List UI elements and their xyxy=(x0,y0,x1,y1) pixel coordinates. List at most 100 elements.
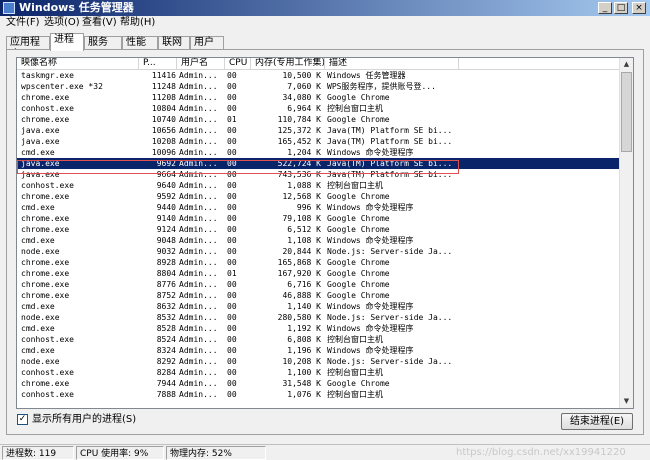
table-row[interactable]: chrome.exe 11208 Admin... 00 34,080 K Google … xyxy=(17,92,621,103)
cell-memory: 1,140 K xyxy=(287,302,321,311)
cell-cpu: 00 xyxy=(227,258,237,267)
cell-cpu: 00 xyxy=(227,148,237,157)
table-row[interactable]: taskmgr.exe 11416 Admin... 00 10,500 K Window… xyxy=(17,70,621,81)
cell-pid: 8928 xyxy=(156,258,176,267)
cell-memory: 7,060 K xyxy=(287,82,321,91)
menu-file[interactable]: 文件(F) xyxy=(6,16,40,30)
table-row[interactable]: java.exe 10208 Admin... 00 165,452 K Java(TM)… xyxy=(17,136,621,147)
cell-user-name: Admin... xyxy=(179,93,218,102)
table-row[interactable]: chrome.exe 7944 Admin... 00 31,548 K Google C… xyxy=(17,378,621,389)
cell-user-name: Admin... xyxy=(179,126,218,135)
column-memory[interactable]: 内存(专用工作集) xyxy=(251,58,325,70)
menu-view[interactable]: 查看(V) xyxy=(82,16,117,30)
tab-processes[interactable]: 进程 xyxy=(50,33,84,51)
cell-image-name: conhost.exe xyxy=(21,181,74,190)
cell-user-name: Admin... xyxy=(179,379,218,388)
cell-user-name: Admin... xyxy=(179,324,218,333)
cell-description: Google Chrome xyxy=(327,258,390,267)
table-row[interactable]: wpscenter.exe *32 11248 Admin... 00 7,060 K W… xyxy=(17,81,621,92)
tab-services[interactable]: 服务 xyxy=(84,36,122,50)
table-row[interactable]: node.exe 8292 Admin... 00 10,208 K Node.js: S… xyxy=(17,356,621,367)
column-user-name[interactable]: 用户名 xyxy=(177,58,225,70)
tab-networking[interactable]: 联网 xyxy=(158,36,190,50)
cell-memory: 743,536 K xyxy=(277,170,321,179)
column-description[interactable]: 描述 xyxy=(325,58,459,70)
cell-memory: 996 K xyxy=(296,203,321,212)
cell-cpu: 00 xyxy=(227,357,237,366)
cell-image-name: conhost.exe xyxy=(21,368,74,377)
cell-memory: 1,088 K xyxy=(287,181,321,190)
tab-applications[interactable]: 应用程序 xyxy=(6,36,50,60)
cell-description: Google Chrome xyxy=(327,291,390,300)
table-row[interactable]: java.exe 10656 Admin... 00 125,372 K Java(TM)… xyxy=(17,125,621,136)
column-cpu[interactable]: CPU xyxy=(225,58,251,70)
show-all-users-checkbox[interactable]: ✓ xyxy=(17,414,28,425)
cell-cpu: 00 xyxy=(227,313,237,322)
cell-image-name: conhost.exe xyxy=(21,335,74,344)
table-row[interactable]: cmd.exe 9440 Admin... 00 996 K Windows 命令处理程序 xyxy=(17,202,621,213)
cell-description: Java(TM) Platform SE bi... xyxy=(327,126,453,135)
cell-memory: 167,920 K xyxy=(277,269,321,278)
cell-description: Windows 命令处理程序 xyxy=(327,346,414,355)
table-row[interactable]: chrome.exe 10740 Admin... 01 110,784 K Google… xyxy=(17,114,621,125)
table-row[interactable]: chrome.exe 9592 Admin... 00 12,568 K Google C… xyxy=(17,191,621,202)
scroll-thumb[interactable] xyxy=(621,72,632,152)
cell-pid: 9032 xyxy=(156,247,176,256)
table-row[interactable]: chrome.exe 8776 Admin... 00 6,716 K Google Ch… xyxy=(17,279,621,290)
table-row[interactable]: conhost.exe 8284 Admin... 00 1,100 K 控制台窗口主机 xyxy=(17,367,621,378)
cell-user-name: Admin... xyxy=(179,104,218,113)
status-physical-memory: 物理内存: 52% xyxy=(166,446,266,460)
cell-pid: 8528 xyxy=(156,324,176,333)
cell-pid: 9592 xyxy=(156,192,176,201)
table-row[interactable]: conhost.exe 9640 Admin... 00 1,088 K 控制台窗口主机 xyxy=(17,180,621,191)
tab-users[interactable]: 用户 xyxy=(190,36,224,50)
scroll-down-button[interactable]: ▼ xyxy=(620,395,633,408)
process-list[interactable]: 映像名称 P... 用户名 CPU 内存(专用工作集) 描述 taskmgr.e… xyxy=(16,57,634,409)
table-row[interactable]: conhost.exe 7888 Admin... 00 1,076 K 控制台窗口主机 xyxy=(17,389,621,400)
minimize-button[interactable]: _ xyxy=(598,2,612,14)
menu-options[interactable]: 选项(O) xyxy=(44,16,80,30)
vertical-scrollbar[interactable]: ▲ ▼ xyxy=(619,58,633,408)
close-button[interactable]: × xyxy=(632,2,646,14)
title-bar: Windows 任务管理器 _ □ × xyxy=(0,0,650,16)
cell-pid: 9692 xyxy=(156,159,176,168)
cell-image-name: node.exe xyxy=(21,247,60,256)
cell-user-name: Admin... xyxy=(179,280,218,289)
cell-description: 控制台窗口主机 xyxy=(327,390,383,399)
table-row[interactable]: conhost.exe 8524 Admin... 00 6,808 K 控制台窗口主机 xyxy=(17,334,621,345)
cell-image-name: chrome.exe xyxy=(21,115,70,124)
table-row[interactable]: cmd.exe 9048 Admin... 00 1,108 K Windows 命令处理… xyxy=(17,235,621,246)
tab-performance[interactable]: 性能 xyxy=(122,36,158,50)
table-row[interactable]: cmd.exe 8528 Admin... 00 1,192 K Windows 命令处理… xyxy=(17,323,621,334)
table-row[interactable]: cmd.exe 8324 Admin... 00 1,196 K Windows 命令处理… xyxy=(17,345,621,356)
cell-image-name: java.exe xyxy=(21,126,60,135)
column-pid[interactable]: P... xyxy=(139,58,177,70)
maximize-button[interactable]: □ xyxy=(614,2,628,14)
table-row[interactable]: java.exe 9692 Admin... 00 522,724 K Java(TM) … xyxy=(17,158,621,169)
table-row[interactable]: chrome.exe 8752 Admin... 00 46,888 K Google C… xyxy=(17,290,621,301)
cell-image-name: chrome.exe xyxy=(21,379,70,388)
cell-description: Windows 命令处理程序 xyxy=(327,302,414,311)
cell-description: Node.js: Server-side Ja... xyxy=(327,247,453,256)
table-row[interactable]: node.exe 9032 Admin... 00 20,844 K Node.js: S… xyxy=(17,246,621,257)
cell-memory: 10,500 K xyxy=(282,71,321,80)
table-row[interactable]: chrome.exe 8928 Admin... 00 165,868 K Google … xyxy=(17,257,621,268)
cell-user-name: Admin... xyxy=(179,390,218,399)
table-row[interactable]: cmd.exe 10096 Admin... 00 1,204 K Windows 命令处… xyxy=(17,147,621,158)
cell-memory: 125,372 K xyxy=(277,126,321,135)
table-row[interactable]: cmd.exe 8632 Admin... 00 1,140 K Windows 命令处理… xyxy=(17,301,621,312)
table-row[interactable]: chrome.exe 8804 Admin... 01 167,920 K Google … xyxy=(17,268,621,279)
cell-pid: 8324 xyxy=(156,346,176,355)
end-process-button[interactable]: 结束进程(E) xyxy=(561,413,633,430)
cell-cpu: 00 xyxy=(227,126,237,135)
column-image-name[interactable]: 映像名称 xyxy=(17,58,139,70)
table-row[interactable]: chrome.exe 9140 Admin... 00 79,108 K Google C… xyxy=(17,213,621,224)
menu-help[interactable]: 帮助(H) xyxy=(120,16,155,30)
table-row[interactable]: java.exe 9664 Admin... 00 743,536 K Java(TM) … xyxy=(17,169,621,180)
table-row[interactable]: node.exe 8532 Admin... 00 280,580 K Node.js: … xyxy=(17,312,621,323)
cell-cpu: 00 xyxy=(227,93,237,102)
cell-user-name: Admin... xyxy=(179,192,218,201)
table-row[interactable]: chrome.exe 9124 Admin... 00 6,512 K Google Ch… xyxy=(17,224,621,235)
table-row[interactable]: conhost.exe 10804 Admin... 00 6,964 K 控制台窗口主机 xyxy=(17,103,621,114)
scroll-up-button[interactable]: ▲ xyxy=(620,58,633,71)
